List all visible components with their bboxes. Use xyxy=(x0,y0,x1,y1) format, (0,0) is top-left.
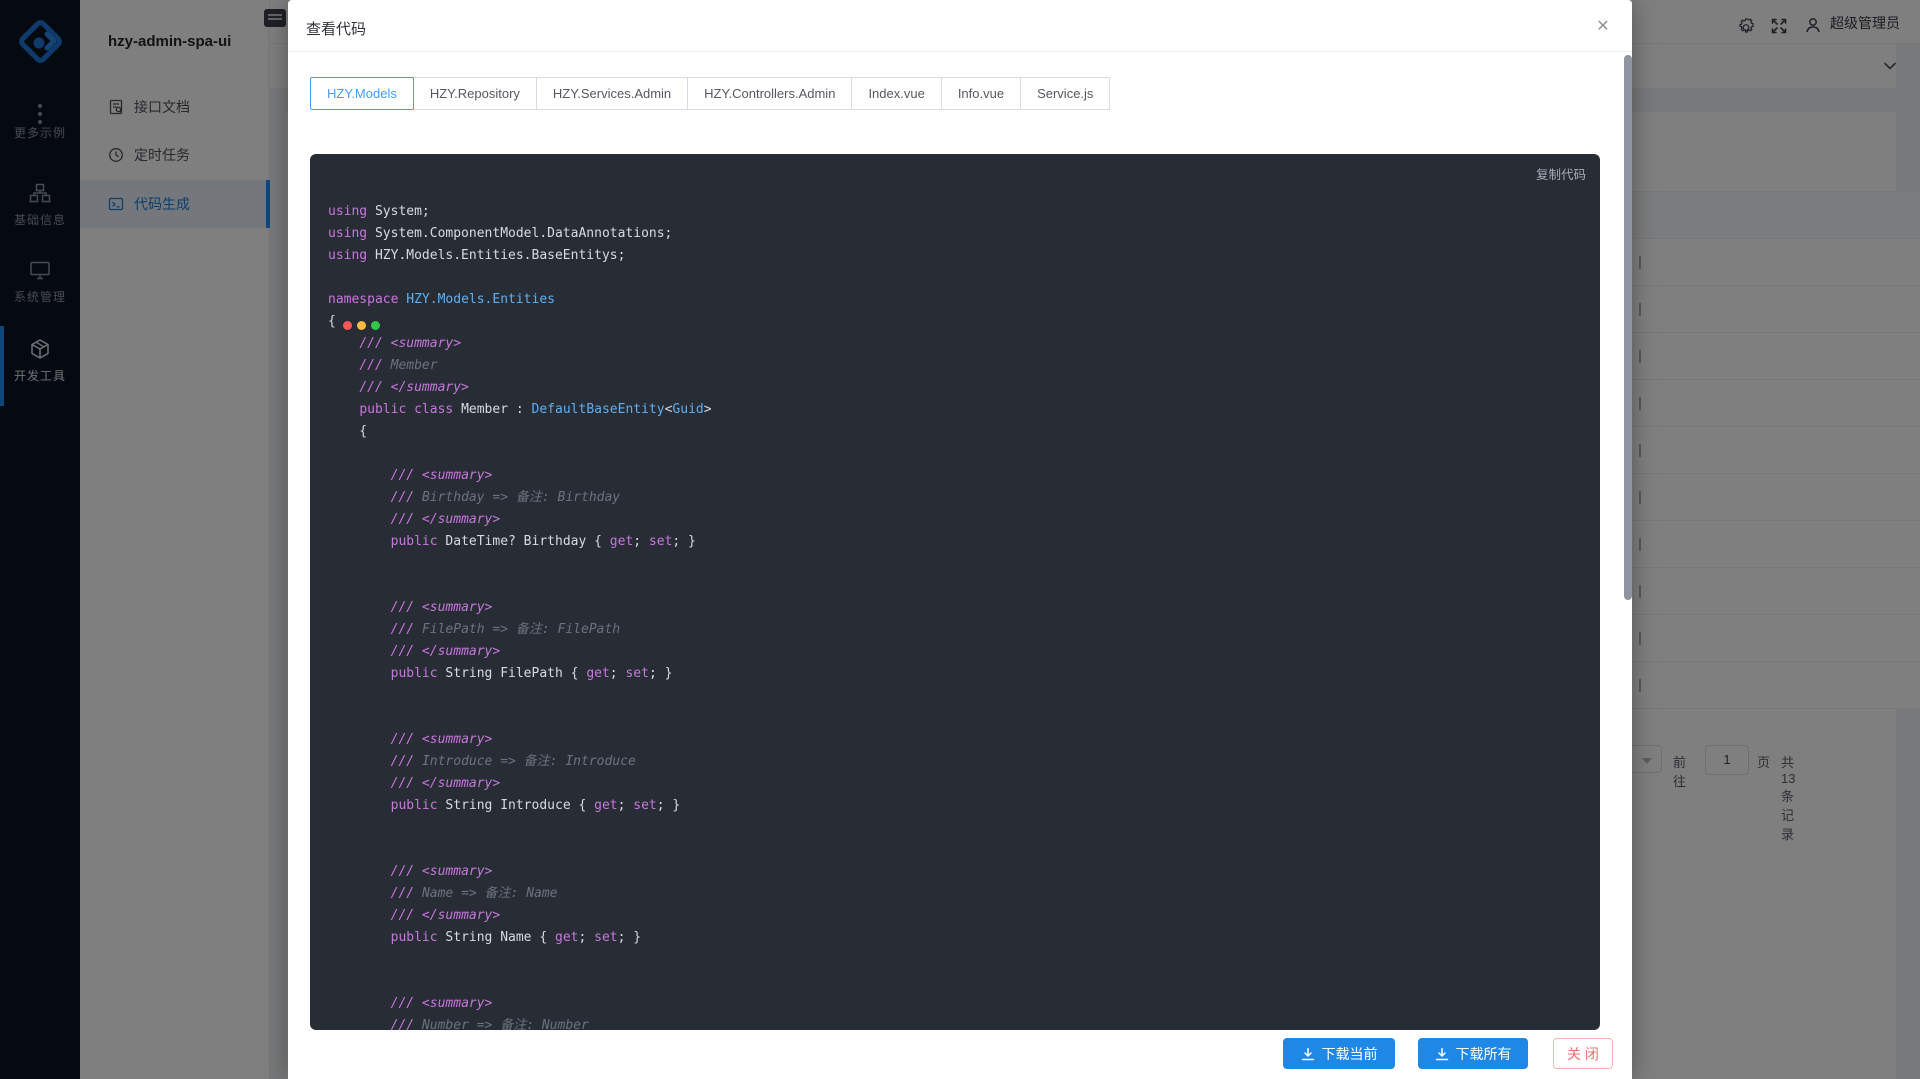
code-line: using HZY.Models.Entities.BaseEntitys; xyxy=(328,245,1600,267)
code-file-tabs: HZY.ModelsHZY.RepositoryHZY.Services.Adm… xyxy=(310,77,1110,110)
copy-code-button[interactable]: 复制代码 xyxy=(1536,164,1586,183)
tab-index-vue[interactable]: Index.vue xyxy=(851,77,941,110)
download-all-label: 下载所有 xyxy=(1456,1044,1512,1064)
code-line xyxy=(328,443,1600,465)
tab-service-js[interactable]: Service.js xyxy=(1020,77,1110,110)
code-line xyxy=(328,575,1600,597)
code-line xyxy=(328,685,1600,707)
dialog-scrollbar-track[interactable] xyxy=(1624,0,1632,1079)
code-line: public String Name { get; set; } xyxy=(328,927,1600,949)
download-icon xyxy=(1301,1047,1315,1061)
code-line xyxy=(328,553,1600,575)
code-line xyxy=(328,839,1600,861)
code-line: /// </summary> xyxy=(328,509,1600,531)
code-line: /// </summary> xyxy=(328,905,1600,927)
code-line: public String Introduce { get; set; } xyxy=(328,795,1600,817)
code-line: { xyxy=(328,421,1600,443)
code-line xyxy=(328,949,1600,971)
tab-hzy-controllers-admin[interactable]: HZY.Controllers.Admin xyxy=(687,77,852,110)
code-line: /// Introduce => 备注: Introduce xyxy=(328,751,1600,773)
code-line: namespace HZY.Models.Entities xyxy=(328,289,1600,311)
code-content: using System;using System.ComponentModel… xyxy=(328,201,1600,1030)
code-line: /// </summary> xyxy=(328,377,1600,399)
view-code-dialog: 查看代码 ✕ HZY.ModelsHZY.RepositoryHZY.Servi… xyxy=(288,0,1632,1079)
code-line: /// Number => 备注: Number xyxy=(328,1015,1600,1030)
app-root: 更多示例基础信息系统管理开发工具 hzy-admin-spa-ui 接口文档定时… xyxy=(0,0,1920,1079)
code-line: /// <summary> xyxy=(328,729,1600,751)
download-current-label: 下载当前 xyxy=(1322,1044,1378,1064)
code-line: /// <summary> xyxy=(328,465,1600,487)
close-dialog-button[interactable]: 关 闭 xyxy=(1553,1038,1613,1069)
code-line xyxy=(328,971,1600,993)
download-current-button[interactable]: 下载当前 xyxy=(1283,1038,1395,1069)
code-line: /// <summary> xyxy=(328,993,1600,1015)
dialog-header: 查看代码 ✕ xyxy=(288,0,1632,52)
code-line: /// <summary> xyxy=(328,597,1600,619)
code-line xyxy=(328,707,1600,729)
code-line: public String FilePath { get; set; } xyxy=(328,663,1600,685)
code-line: using System.ComponentModel.DataAnnotati… xyxy=(328,223,1600,245)
code-line: /// <summary> xyxy=(328,861,1600,883)
tab-hzy-repository[interactable]: HZY.Repository xyxy=(413,77,537,110)
code-line: /// </summary> xyxy=(328,641,1600,663)
dialog-title: 查看代码 xyxy=(306,18,366,39)
download-all-button[interactable]: 下载所有 xyxy=(1418,1038,1528,1069)
code-line: /// </summary> xyxy=(328,773,1600,795)
download-icon xyxy=(1435,1047,1449,1061)
code-line: /// Name => 备注: Name xyxy=(328,883,1600,905)
code-line: public DateTime? Birthday { get; set; } xyxy=(328,531,1600,553)
code-line: /// Birthday => 备注: Birthday xyxy=(328,487,1600,509)
code-line xyxy=(328,267,1600,289)
tab-hzy-models[interactable]: HZY.Models xyxy=(310,77,414,110)
tab-info-vue[interactable]: Info.vue xyxy=(941,77,1021,110)
tab-hzy-services-admin[interactable]: HZY.Services.Admin xyxy=(536,77,688,110)
code-line: using System; xyxy=(328,201,1600,223)
code-line: /// FilePath => 备注: FilePath xyxy=(328,619,1600,641)
code-block: 复制代码 using System;using System.Component… xyxy=(310,154,1600,1030)
dialog-scrollbar-thumb[interactable] xyxy=(1624,55,1632,600)
code-line: /// <summary> xyxy=(328,333,1600,355)
code-line: { xyxy=(328,311,1600,333)
code-line: /// Member xyxy=(328,355,1600,377)
code-line xyxy=(328,817,1600,839)
close-icon[interactable]: ✕ xyxy=(1594,17,1612,35)
code-line: public class Member : DefaultBaseEntity<… xyxy=(328,399,1600,421)
